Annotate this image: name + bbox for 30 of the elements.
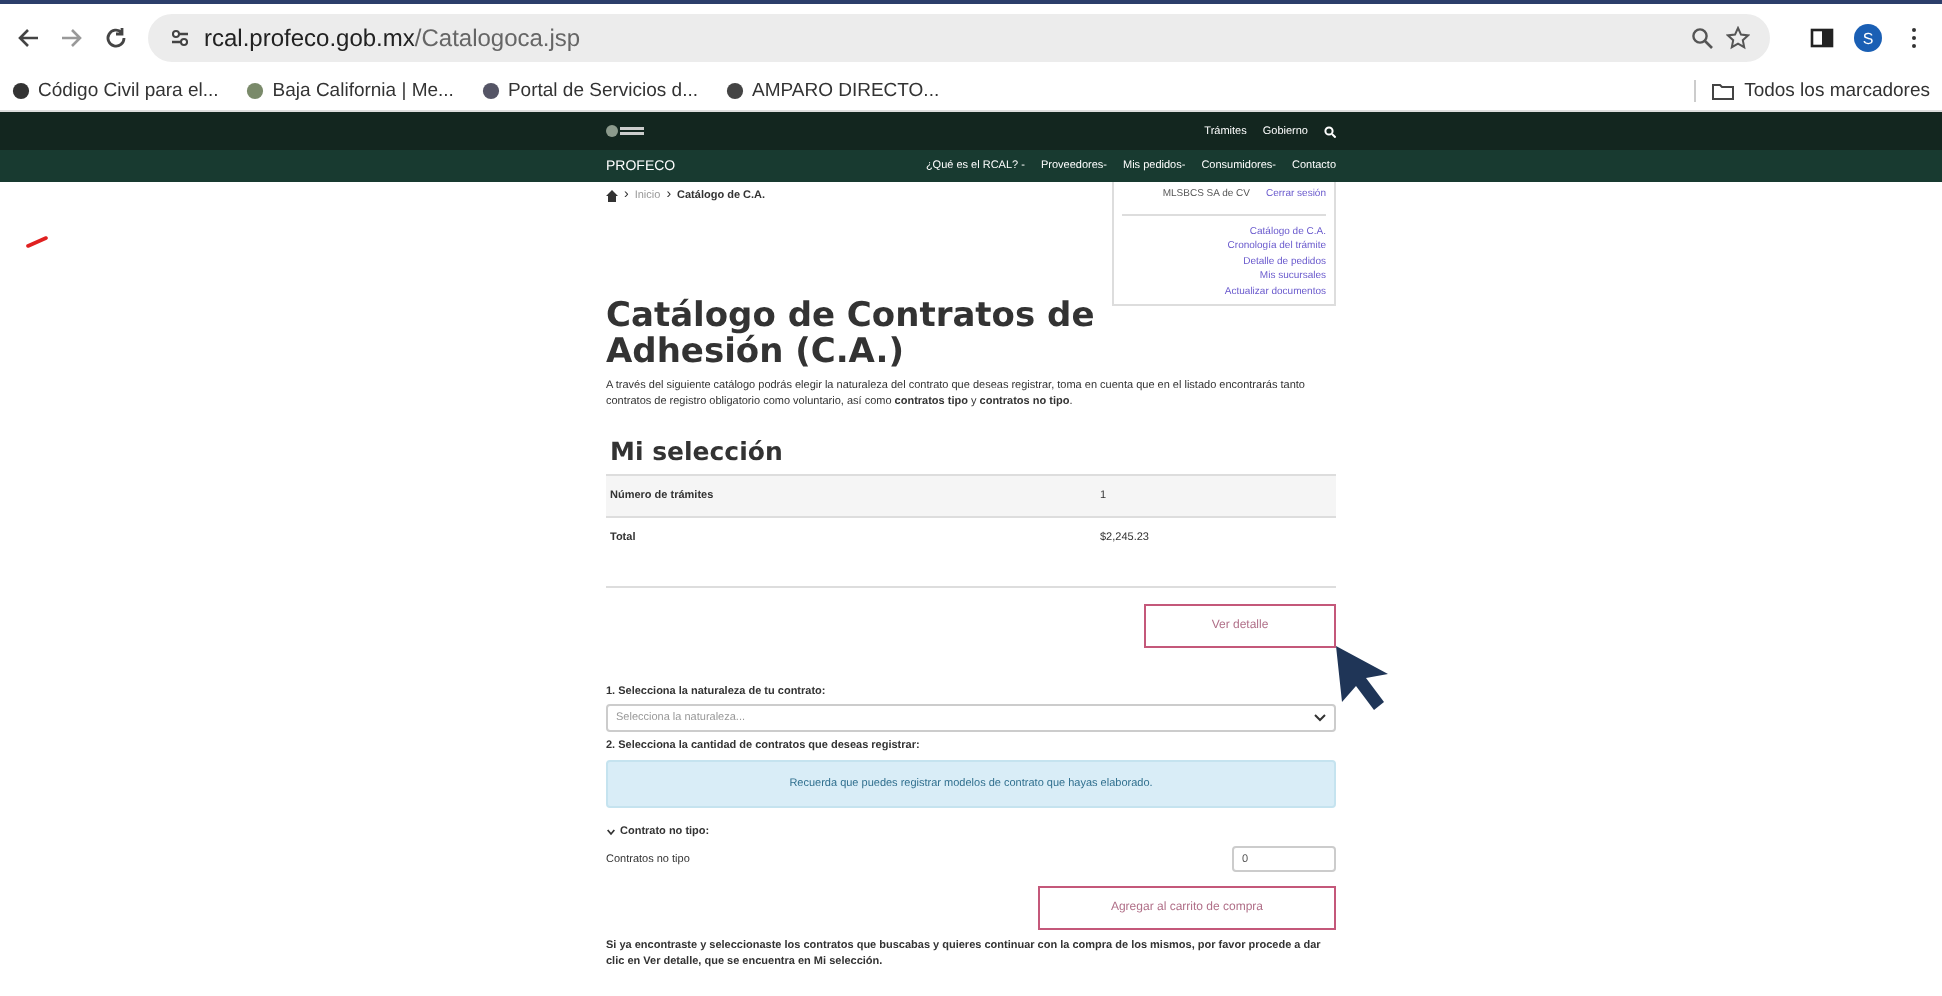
side-panel-icon (1810, 26, 1834, 50)
address-bar[interactable]: rcal.profeco.gob.mx/Catalogoca.jsp (148, 14, 1770, 62)
zoom-icon (1690, 26, 1714, 50)
chevron-down-icon (1314, 714, 1326, 722)
bookmarks-folder[interactable]: Todos los marcadores (1694, 80, 1930, 102)
folder-icon (1712, 82, 1735, 100)
bookmark-icon (726, 82, 744, 100)
star-icon (1726, 26, 1750, 50)
page-title: Catálogo de Contratos de Adhesión (C.A.) (606, 298, 1097, 370)
bookmark-icon (246, 82, 265, 100)
pen-stroke-mark (26, 236, 48, 248)
bookmark-icon (12, 82, 30, 100)
emblem-icon (606, 124, 646, 138)
forward-icon (60, 26, 84, 50)
back-icon (16, 26, 40, 50)
mouse-pointer-icon (1332, 642, 1392, 712)
site-settings-icon (168, 26, 192, 50)
search-icon (1324, 125, 1336, 137)
reload-icon (104, 26, 128, 50)
home-icon (606, 189, 618, 201)
bookmark-icon (481, 82, 500, 100)
url-host: rcal.profeco.gob.mx (204, 24, 415, 52)
chevron-down-icon (606, 828, 616, 836)
bookmark[interactable]: Código Civil para el... (12, 80, 219, 102)
bookmark[interactable]: Baja California | Me... (246, 80, 454, 102)
bookmark[interactable]: Portal de Servicios d... (481, 80, 698, 102)
profile-avatar[interactable]: S (1854, 24, 1882, 52)
url-path: /Catalogoca.jsp (414, 24, 581, 52)
bookmark[interactable]: AMPARO DIRECTO... (726, 80, 940, 102)
section-heading: Mi selección (610, 436, 785, 466)
